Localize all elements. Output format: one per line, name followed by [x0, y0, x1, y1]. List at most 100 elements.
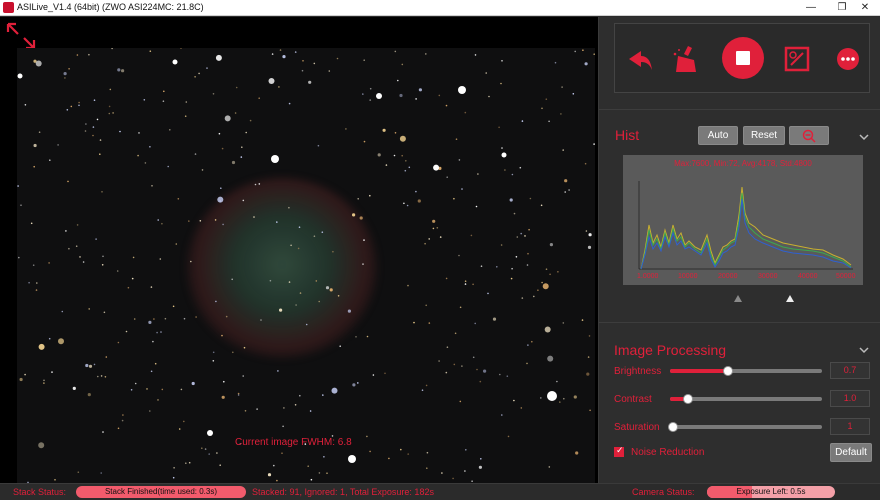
clear-icon[interactable]	[669, 42, 703, 76]
star	[241, 146, 243, 148]
star	[117, 68, 121, 72]
default-button[interactable]: Default	[830, 443, 872, 462]
star	[355, 336, 357, 338]
star	[310, 478, 313, 481]
star	[132, 256, 135, 259]
star	[149, 410, 151, 412]
star	[100, 375, 103, 377]
star	[223, 380, 225, 383]
contrast-slider-knob[interactable]	[683, 394, 694, 404]
star	[425, 304, 428, 307]
star	[267, 473, 272, 477]
chevron-down-icon[interactable]	[858, 345, 870, 355]
saturation-slider-knob[interactable]	[668, 422, 679, 432]
star	[357, 198, 360, 200]
saturation-value[interactable]: 1	[830, 418, 870, 435]
image-viewer[interactable]: Current image FWHM: 6.8	[0, 17, 598, 485]
star	[75, 245, 78, 247]
brightness-slider[interactable]	[670, 366, 822, 376]
star	[64, 77, 66, 79]
star	[204, 448, 207, 450]
chevron-down-icon[interactable]	[858, 132, 870, 142]
title-bar: ASILive_V1.4 (64bit) (ZWO ASI224MC: 21.8…	[0, 0, 880, 16]
save-image-icon[interactable]	[780, 42, 814, 76]
star	[585, 230, 588, 232]
expand-icon[interactable]	[6, 22, 36, 50]
close-icon[interactable]: ✕	[850, 0, 880, 16]
star	[458, 254, 460, 257]
star	[184, 115, 187, 117]
star	[221, 334, 223, 337]
star	[488, 95, 490, 98]
star	[253, 216, 255, 218]
star	[582, 49, 584, 51]
star	[515, 256, 518, 258]
star	[549, 243, 554, 247]
zoom-out-button[interactable]	[789, 126, 829, 145]
star	[588, 335, 591, 337]
stop-button[interactable]	[722, 37, 764, 79]
star	[415, 190, 417, 193]
star	[313, 235, 316, 237]
star	[545, 268, 548, 270]
star	[63, 72, 67, 76]
star	[362, 263, 364, 265]
star	[521, 297, 524, 299]
star	[524, 235, 526, 237]
star	[161, 222, 163, 225]
star	[24, 104, 27, 106]
star-field	[17, 48, 595, 485]
star	[385, 164, 388, 166]
star	[461, 188, 463, 190]
reset-button[interactable]: Reset	[743, 126, 785, 145]
sky-image[interactable]	[17, 48, 595, 485]
star	[225, 315, 228, 318]
star	[453, 363, 456, 366]
minimize-icon[interactable]: —	[796, 0, 826, 16]
contrast-value[interactable]: 1.0	[830, 390, 870, 407]
star	[439, 236, 442, 238]
star	[278, 86, 280, 88]
section-divider	[599, 109, 880, 110]
star	[501, 147, 503, 149]
star	[397, 79, 399, 82]
star	[87, 393, 91, 397]
star	[561, 86, 563, 88]
auto-button[interactable]: Auto	[698, 126, 738, 145]
star	[352, 383, 356, 387]
star	[67, 180, 69, 183]
white-point-handle[interactable]	[786, 295, 794, 302]
star	[237, 394, 240, 396]
star	[215, 54, 222, 61]
back-icon[interactable]	[621, 42, 655, 76]
star	[511, 267, 513, 270]
star	[17, 185, 19, 187]
brightness-value[interactable]: 0.7	[830, 362, 870, 379]
star	[328, 70, 331, 72]
star	[232, 351, 234, 354]
histogram-plot	[638, 181, 853, 270]
star	[401, 154, 404, 157]
star	[406, 204, 409, 207]
star	[339, 345, 342, 348]
noise-reduction-checkbox[interactable]	[614, 445, 624, 457]
star	[581, 319, 584, 321]
star	[183, 420, 185, 423]
saturation-slider[interactable]	[668, 422, 822, 432]
star	[298, 226, 301, 228]
star	[400, 448, 402, 451]
star	[501, 414, 503, 416]
brightness-slider-knob[interactable]	[722, 366, 733, 376]
star	[415, 98, 417, 100]
black-point-handle[interactable]	[734, 295, 742, 302]
more-icon[interactable]	[831, 42, 865, 76]
star	[308, 80, 312, 84]
contrast-slider[interactable]	[670, 394, 822, 404]
star	[35, 289, 38, 291]
star	[507, 435, 510, 438]
star	[399, 135, 406, 142]
star	[288, 281, 291, 283]
star	[208, 453, 210, 455]
star	[436, 227, 439, 229]
star	[35, 60, 42, 67]
